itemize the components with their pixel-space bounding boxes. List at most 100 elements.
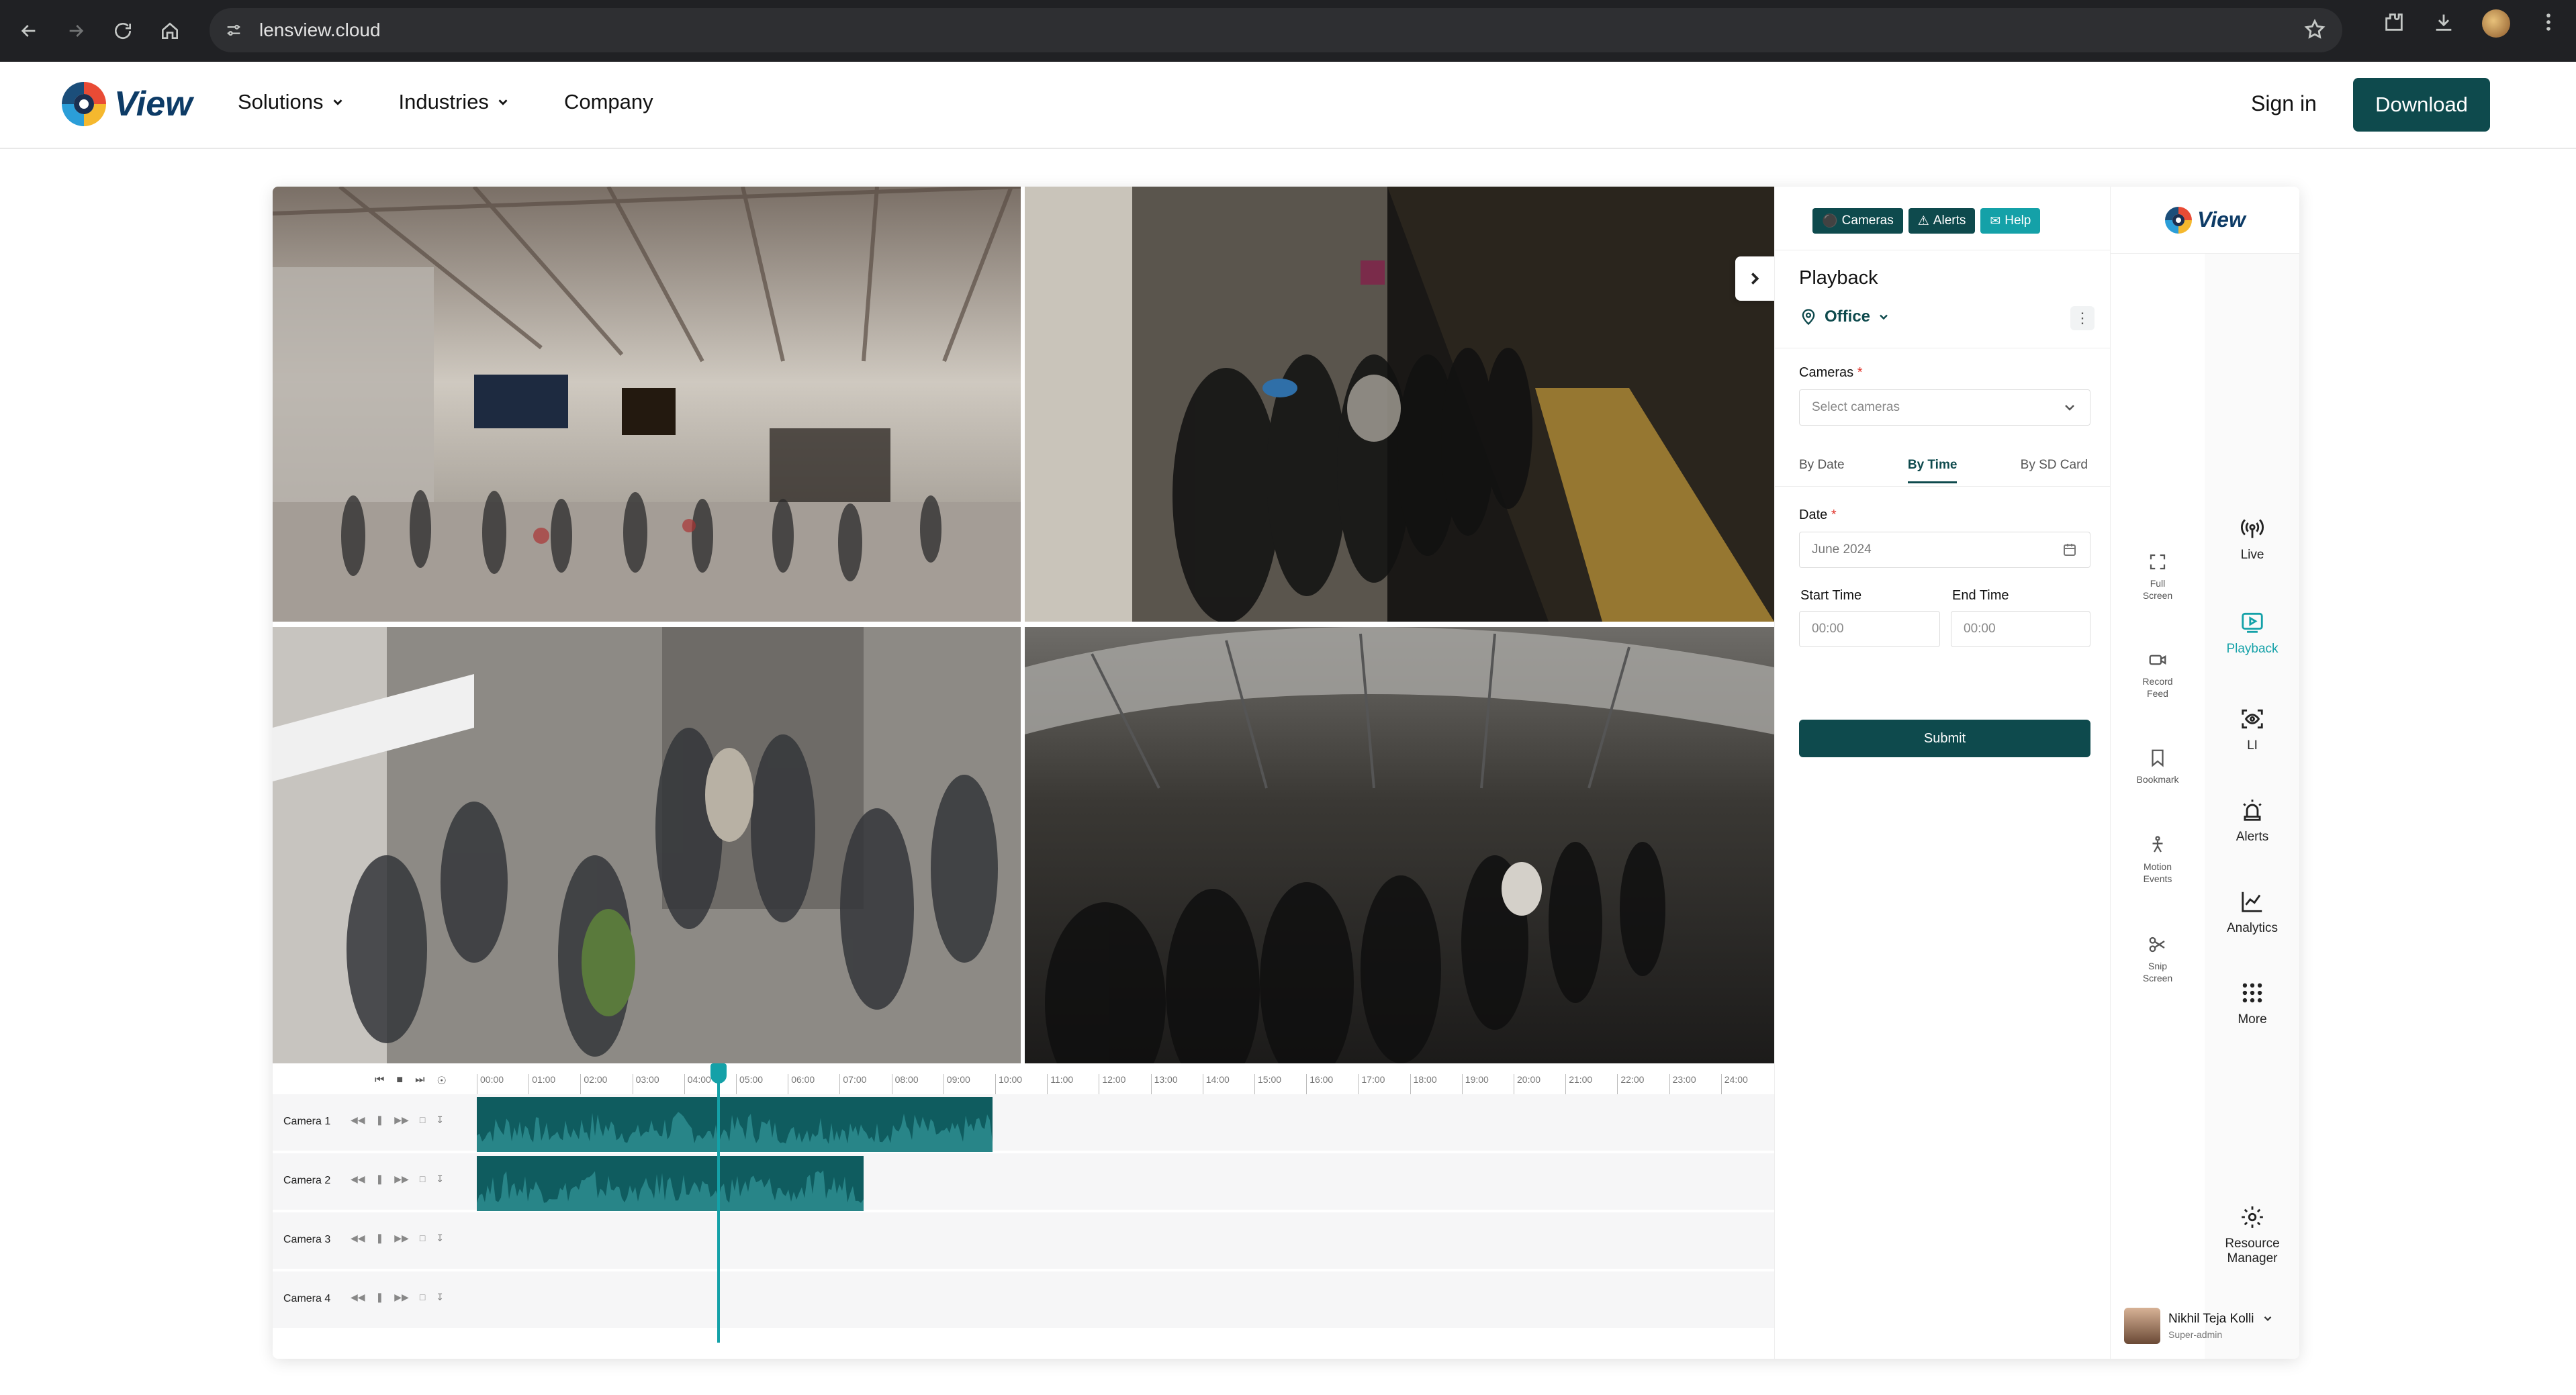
- menu-label: Company: [563, 90, 653, 113]
- app-logo[interactable]: View: [2111, 187, 2299, 254]
- time-ruler[interactable]: 00:00 01:00 02:00 03:00 04:00 05:00 06:00 07:00…: [477, 1071, 1773, 1096]
- menu-company[interactable]: Company: [564, 90, 653, 114]
- download-icon[interactable]: [2432, 11, 2455, 37]
- stop-icon[interactable]: ■: [396, 1074, 403, 1088]
- camera-feed-1[interactable]: [273, 187, 1021, 622]
- date-field[interactable]: June 2024: [1799, 532, 2090, 568]
- alerts-button[interactable]: ⚠ Alerts: [1908, 208, 1976, 234]
- timeline-row[interactable]: Camera 2 ◀◀ ❚ ▶▶ □ ↧: [273, 1153, 1774, 1211]
- address-bar[interactable]: lensview.cloud: [210, 8, 2342, 52]
- divider: [1775, 486, 2111, 487]
- camera-feed-3[interactable]: [273, 627, 1021, 1063]
- cameras-select[interactable]: Select cameras: [1799, 389, 2090, 426]
- scissors-icon: [2149, 936, 2165, 953]
- forward-arrow-icon[interactable]: [58, 13, 94, 49]
- reload-icon[interactable]: [105, 13, 141, 49]
- url-text[interactable]: lensview.cloud: [259, 19, 381, 41]
- site-logo[interactable]: View: [62, 82, 193, 126]
- snip-screen-tool[interactable]: Snip Screen: [2111, 934, 2205, 984]
- time-tick: 06:00: [788, 1074, 815, 1094]
- user-role: Super-admin: [2168, 1329, 2223, 1340]
- tab-by-time[interactable]: By Time: [1907, 452, 1958, 483]
- timeline-row[interactable]: Camera 4 ◀◀ ❚ ▶▶ □ ↧: [273, 1271, 1774, 1329]
- nav-live[interactable]: Live: [2205, 516, 2299, 563]
- start-time-field[interactable]: 00:00: [1799, 611, 1940, 647]
- record-feed-tool[interactable]: Record Feed: [2111, 650, 2205, 700]
- download-button[interactable]: Download: [2353, 78, 2490, 132]
- full-screen-tool[interactable]: Full Screen: [2111, 552, 2205, 602]
- tab-by-date[interactable]: By Date: [1799, 452, 1845, 483]
- download-icon[interactable]: ↧: [436, 1233, 444, 1244]
- nav-resource-manager[interactable]: Resource Manager: [2205, 1204, 2299, 1266]
- scan-eye-icon: [2242, 709, 2263, 729]
- time-tick: 23:00: [1669, 1074, 1696, 1094]
- submit-button[interactable]: Submit: [1799, 720, 2090, 757]
- forward-icon[interactable]: ▶▶: [394, 1292, 409, 1303]
- location-pin-icon: [1802, 309, 1815, 326]
- nav-analytics[interactable]: Analytics: [2205, 889, 2299, 936]
- playhead[interactable]: [710, 1063, 727, 1343]
- rewind-icon[interactable]: ◀◀: [351, 1173, 365, 1185]
- pause-icon[interactable]: ❚: [376, 1173, 384, 1185]
- rewind-icon[interactable]: ⏮: [375, 1074, 384, 1088]
- fast-forward-icon[interactable]: ⏭: [415, 1074, 424, 1088]
- speed-icon[interactable]: ☉: [436, 1074, 446, 1088]
- forward-icon[interactable]: ▶▶: [394, 1173, 409, 1185]
- bookmark-star-icon[interactable]: [2303, 18, 2326, 44]
- bookmark-icon[interactable]: □: [420, 1233, 425, 1244]
- motion-events-tool[interactable]: Motion Events: [2111, 835, 2205, 885]
- bookmark-icon[interactable]: □: [420, 1292, 425, 1303]
- help-button[interactable]: ✉ Help: [1980, 208, 2041, 234]
- alerts-button-label: Alerts: [1933, 213, 1966, 228]
- rewind-icon[interactable]: ◀◀: [351, 1292, 365, 1303]
- camera-feed-2[interactable]: [1025, 187, 1774, 622]
- camera-feed-4[interactable]: [1025, 627, 1774, 1063]
- cameras-button[interactable]: ⚫ Cameras: [1812, 208, 1903, 234]
- forward-icon[interactable]: ▶▶: [394, 1233, 409, 1244]
- rewind-icon[interactable]: ◀◀: [351, 1114, 365, 1126]
- user-profile[interactable]: Nikhil Teja Kolli Super-admin: [2124, 1308, 2274, 1344]
- rewind-icon[interactable]: ◀◀: [351, 1233, 365, 1244]
- download-icon[interactable]: ↧: [436, 1173, 444, 1185]
- location-label: Office: [1825, 307, 1871, 326]
- site-settings-icon[interactable]: [220, 17, 247, 44]
- time-tick: 04:00: [684, 1074, 711, 1094]
- chat-icon: ✉: [1990, 213, 2001, 228]
- bookmark-icon[interactable]: □: [420, 1173, 425, 1185]
- pause-icon[interactable]: ❚: [376, 1292, 384, 1303]
- recording-segment[interactable]: [477, 1156, 864, 1211]
- app-window: ⏮ ■ ⏭ ☉ 00:00 01:00 02:00 03:00 04:00 05:00 06…: [273, 187, 2299, 1359]
- profile-avatar[interactable]: [2482, 9, 2510, 38]
- timeline-row[interactable]: Camera 3 ◀◀ ❚ ▶▶ □ ↧: [273, 1212, 1774, 1270]
- more-options-icon[interactable]: ⋮: [2070, 306, 2095, 330]
- nav-more[interactable]: More: [2205, 980, 2299, 1027]
- back-arrow-icon[interactable]: [11, 13, 47, 49]
- tab-by-sd-card[interactable]: By SD Card: [2021, 452, 2088, 483]
- pause-icon[interactable]: ❚: [376, 1114, 384, 1126]
- siren-icon: [2243, 800, 2262, 821]
- bookmark-icon[interactable]: □: [420, 1114, 425, 1126]
- download-icon[interactable]: ↧: [436, 1292, 444, 1303]
- sign-in-link[interactable]: Sign in: [2251, 91, 2317, 116]
- kebab-menu-icon[interactable]: [2537, 11, 2560, 37]
- bookmark-tool[interactable]: Bookmark: [2111, 748, 2205, 785]
- pause-icon[interactable]: ❚: [376, 1233, 384, 1244]
- forward-icon[interactable]: ▶▶: [394, 1114, 409, 1126]
- timeline-row[interactable]: Camera 1 ◀◀ ❚ ▶▶ □ ↧: [273, 1094, 1774, 1152]
- time-tick: 13:00: [1150, 1074, 1178, 1094]
- nav-li[interactable]: LI: [2205, 706, 2299, 753]
- menu-industries[interactable]: Industries: [399, 90, 510, 114]
- home-icon[interactable]: [152, 13, 188, 49]
- time-tick: 11:00: [1047, 1074, 1073, 1094]
- download-icon[interactable]: ↧: [436, 1114, 444, 1126]
- location-selector[interactable]: Office: [1799, 307, 1890, 326]
- collapse-panel-button[interactable]: [1735, 256, 1774, 301]
- panel-title: Playback: [1799, 267, 1878, 289]
- nav-playback[interactable]: Playback: [2205, 610, 2299, 657]
- extensions-icon[interactable]: [2383, 11, 2405, 37]
- menu-solutions[interactable]: Solutions: [238, 90, 345, 114]
- nav-alerts[interactable]: Alerts: [2205, 798, 2299, 845]
- recording-segment[interactable]: [477, 1097, 993, 1152]
- timeline-controls: ⏮ ■ ⏭ ☉: [375, 1074, 447, 1088]
- end-time-field[interactable]: 00:00: [1951, 611, 2090, 647]
